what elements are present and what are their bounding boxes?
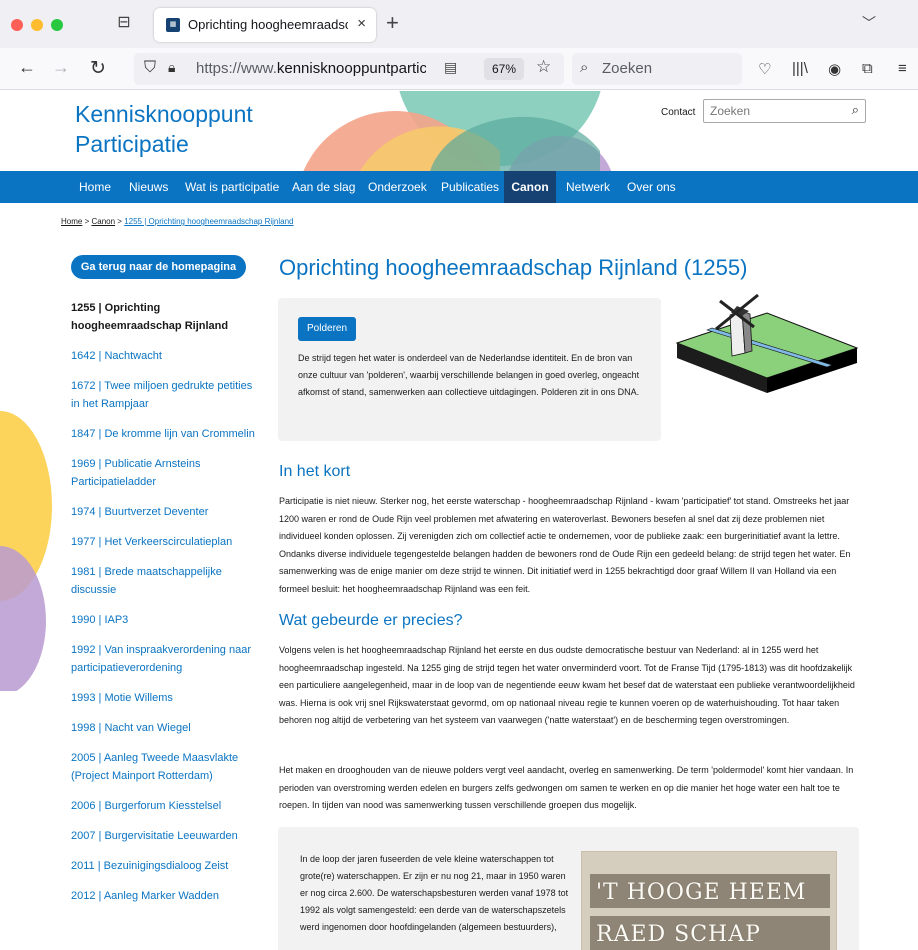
- page-title: Oprichting hoogheemraadschap Rijnland (1…: [279, 255, 748, 280]
- forward-arrow-icon[interactable]: →: [52, 57, 70, 78]
- main-navigation: Home Nieuws Wat is participatie Aan de s…: [0, 171, 918, 203]
- bottom-text: In de loop der jaren fuseerden de vele k…: [300, 854, 569, 932]
- back-to-homepage-button[interactable]: Ga terug naar de homepagina: [71, 255, 246, 279]
- window-close-button[interactable]: [11, 19, 23, 31]
- site-search-input[interactable]: Zoeken ⌕: [703, 99, 866, 123]
- url-text[interactable]: https://www.kennisknooppuntparticipati: [196, 60, 426, 77]
- breadcrumb-home[interactable]: Home: [61, 217, 82, 226]
- site-name-line2: Participatie: [75, 131, 189, 157]
- browser-nav-bar: ← → ↻ ⛉ 🔒︎ https://www.kennisknooppuntpa…: [0, 48, 918, 90]
- sidebar-item-1642[interactable]: 1642 | Nachtwacht: [71, 347, 261, 365]
- sidebar-item-2011[interactable]: 2011 | Bezuinigingsdialoog Zeist: [71, 857, 261, 875]
- sidebar-item-2006[interactable]: 2006 | Burgerforum Kiesstelsel: [71, 797, 261, 815]
- sidebar-item-1998[interactable]: 1998 | Nacht van Wiegel: [71, 719, 261, 737]
- site-search-placeholder: Zoeken: [710, 104, 751, 118]
- account-icon[interactable]: ◉: [828, 60, 841, 78]
- breadcrumb-canon[interactable]: Canon: [91, 217, 115, 226]
- search-icon[interactable]: ⌕: [852, 102, 859, 118]
- nav-aan-de-slag[interactable]: Aan de slag: [292, 171, 355, 203]
- contact-link[interactable]: Contact: [661, 107, 695, 118]
- reload-icon[interactable]: ↻: [90, 57, 106, 80]
- sidebar-item-1992[interactable]: 1992 | Van inspraakverordening naar part…: [71, 641, 261, 677]
- window-minimize-button[interactable]: [31, 19, 43, 31]
- browser-search-placeholder: Zoeken: [602, 60, 653, 77]
- section-text-precies-1: Volgens velen is het hoogheemraadschap R…: [279, 645, 855, 725]
- nav-nieuws[interactable]: Nieuws: [129, 171, 168, 203]
- chevron-down-icon[interactable]: ﹀: [862, 13, 876, 33]
- breadcrumb-separator: >: [117, 217, 122, 226]
- back-arrow-icon[interactable]: ←: [18, 57, 36, 78]
- nav-home[interactable]: Home: [79, 171, 111, 203]
- sidebar-item-1981[interactable]: 1981 | Brede maatschappelijke discussie: [71, 563, 261, 599]
- nav-publicaties[interactable]: Publicaties: [441, 171, 499, 203]
- sidebar-item-1969[interactable]: 1969 | Publicatie Arnsteins Participatie…: [71, 455, 261, 491]
- tab-overview-icon[interactable]: ⊟: [113, 12, 135, 34]
- nav-canon[interactable]: Canon: [504, 171, 556, 203]
- tab-close-icon[interactable]: ×: [357, 15, 366, 32]
- nav-over-ons[interactable]: Over ons: [627, 171, 676, 203]
- historic-poster-image: 'T HOOGE HEEM RAED SCHAP: [581, 851, 837, 950]
- windmill-polder-illustration: [675, 293, 859, 393]
- lock-icon[interactable]: 🔒︎: [168, 59, 175, 76]
- site-name-line1: Kennisknooppunt: [75, 101, 253, 127]
- url-bar[interactable]: ⛉ 🔒︎ https://www.kennisknooppuntparticip…: [134, 53, 564, 85]
- poster-text-line2: RAED SCHAP: [596, 922, 761, 947]
- menu-icon[interactable]: ≡: [898, 60, 907, 77]
- search-icon: ⌕: [580, 59, 589, 76]
- browser-tab[interactable]: ▦ Oprichting hoogheemraadschap ×: [154, 8, 376, 42]
- sidebar-item-1977[interactable]: 1977 | Het Verkeerscirculatieplan: [71, 533, 261, 551]
- sidebar-item-2012[interactable]: 2012 | Aanleg Marker Wadden: [71, 887, 261, 905]
- tab-title: Oprichting hoogheemraadschap: [188, 17, 348, 32]
- sidebar-item-2005[interactable]: 2005 | Aanleg Tweede Maasvlakte (Project…: [71, 749, 261, 785]
- left-decoration: [0, 411, 52, 691]
- web-page: Kennisknooppunt Participatie Contact Zoe…: [0, 91, 918, 950]
- nav-netwerk[interactable]: Netwerk: [566, 171, 610, 203]
- sidebar-item-1993[interactable]: 1993 | Motie Willems: [71, 689, 261, 707]
- favicon-icon: ▦: [166, 18, 180, 32]
- zoom-level-button[interactable]: 67%: [484, 58, 524, 80]
- browser-search-bar[interactable]: ⌕ Zoeken: [572, 53, 742, 85]
- section-text-kort: Participatie is niet nieuw. Sterker nog,…: [279, 496, 851, 594]
- polderen-tag-button[interactable]: Polderen: [298, 317, 357, 341]
- shield-icon[interactable]: ⛉: [144, 59, 156, 77]
- sidebar-item-1990[interactable]: 1990 | IAP3: [71, 611, 261, 629]
- extensions-icon[interactable]: ⧉: [862, 60, 873, 77]
- sidebar-item-2007[interactable]: 2007 | Burgervisitatie Leeuwarden: [71, 827, 261, 845]
- nav-wat-is-participatie[interactable]: Wat is participatie: [185, 171, 279, 203]
- breadcrumb: Home > Canon > 1255 | Oprichting hooghee…: [61, 217, 294, 226]
- intro-box: Polderen De strijd tegen het water is on…: [278, 298, 661, 441]
- section-heading-kort: In het kort: [279, 463, 351, 480]
- site-logo[interactable]: Kennisknooppunt Participatie: [75, 99, 253, 159]
- nav-onderzoek[interactable]: Onderzoek: [368, 171, 427, 203]
- sidebar-item-1255[interactable]: 1255 | Oprichting hoogheemraadschap Rijn…: [71, 299, 261, 335]
- star-icon[interactable]: ☆: [536, 57, 551, 77]
- library-icon[interactable]: |||\: [792, 60, 808, 77]
- poster-text-line1: 'T HOOGE HEEM: [596, 880, 807, 905]
- reader-view-icon[interactable]: ▤: [444, 59, 457, 76]
- sidebar-item-1672[interactable]: 1672 | Twee miljoen gedrukte petities in…: [71, 377, 261, 413]
- section-text-precies-2: Het maken en drooghouden van de nieuwe p…: [279, 765, 854, 810]
- window-zoom-button[interactable]: [51, 19, 63, 31]
- new-tab-button[interactable]: +: [386, 10, 399, 36]
- canon-sidebar: 1255 | Oprichting hoogheemraadschap Rijn…: [71, 299, 261, 917]
- browser-tab-bar: ⊟ ▦ Oprichting hoogheemraadschap × + ﹀: [0, 0, 918, 48]
- sidebar-item-1847[interactable]: 1847 | De kromme lijn van Crommelin: [71, 425, 261, 443]
- sidebar-item-1974[interactable]: 1974 | Buurtverzet Deventer: [71, 503, 261, 521]
- pocket-icon[interactable]: ♡: [758, 60, 771, 78]
- breadcrumb-current[interactable]: 1255 | Oprichting hoogheemraadschap Rijn…: [124, 217, 293, 226]
- section-heading-precies: Wat gebeurde er precies?: [279, 612, 463, 629]
- bottom-content-box: In de loop der jaren fuseerden de vele k…: [278, 827, 859, 950]
- site-header: Kennisknooppunt Participatie Contact Zoe…: [0, 91, 918, 171]
- breadcrumb-separator: >: [84, 217, 90, 226]
- intro-text: De strijd tegen het water is onderdeel v…: [298, 353, 640, 397]
